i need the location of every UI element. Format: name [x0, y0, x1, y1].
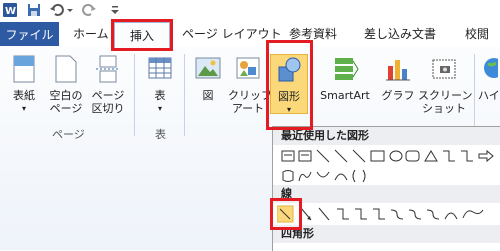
page-break-icon: [96, 55, 120, 83]
clip-art-button[interactable]: クリップ アート: [228, 54, 272, 115]
ribbon-tabs: ファイル ホーム 挿入 ページ レイアウト 参考資料 差し込み文書 校閲: [0, 19, 500, 51]
chart-button[interactable]: グラフ: [378, 54, 418, 102]
clip-art-icon: [236, 57, 260, 79]
quick-access-toolbar: W: [0, 0, 500, 22]
blank-page-icon: [55, 55, 77, 83]
line-shape-highlight: [270, 198, 302, 230]
word-logo-icon: W: [3, 3, 17, 17]
save-icon[interactable]: [27, 3, 41, 17]
screenshot-label-1: スクリーン: [418, 89, 473, 102]
separator: [134, 54, 135, 136]
customize-toolbar-icon[interactable]: [110, 3, 120, 17]
table-button[interactable]: 表 ▾: [140, 54, 180, 115]
blank-page-button[interactable]: 空白の ページ: [46, 54, 86, 115]
smartart-icon: [335, 58, 359, 80]
tab-mailings[interactable]: 差し込み文書: [364, 22, 436, 46]
hyperlink-button[interactable]: ハイパ: [478, 54, 500, 102]
separator: [474, 54, 475, 136]
smartart-button[interactable]: SmartArt: [316, 54, 374, 102]
globe-icon: [484, 58, 500, 78]
lines-header: 線: [273, 185, 500, 203]
tab-file[interactable]: ファイル: [0, 22, 59, 46]
tab-review[interactable]: 校閲: [465, 22, 489, 46]
recent-shapes-row-2[interactable]: [281, 167, 500, 185]
page-break-button[interactable]: ページ 区切り: [88, 54, 128, 115]
clip-art-label-1: クリップ: [228, 89, 272, 102]
blank-page-label-2: ページ: [49, 102, 83, 115]
lines-shapes-row[interactable]: [277, 205, 500, 223]
svg-text:W: W: [5, 6, 16, 17]
picture-button[interactable]: 図: [190, 54, 226, 102]
table-icon: [148, 57, 172, 79]
screenshot-label-2: ショット: [422, 102, 466, 115]
recent-shapes-row[interactable]: [281, 147, 500, 165]
tables-group-label: 表: [155, 128, 166, 141]
undo-icon[interactable]: [50, 3, 64, 17]
smartart-label: SmartArt: [320, 89, 370, 102]
blank-page-label-1: 空白の: [49, 89, 83, 102]
screenshot-icon: [432, 59, 456, 79]
picture-icon: [195, 57, 221, 79]
redo-icon[interactable]: [82, 3, 96, 17]
shapes-button-highlight: [266, 40, 313, 130]
undo-dropdown-icon[interactable]: [66, 3, 74, 17]
hyperlink-label: ハイパ: [478, 89, 500, 102]
chart-icon: [386, 60, 410, 81]
page-break-label-2: 区切り: [91, 102, 125, 115]
page-break-label-1: ページ: [91, 89, 125, 102]
tab-insert[interactable]: 挿入: [111, 19, 173, 51]
picture-label: 図: [202, 89, 214, 102]
tab-home[interactable]: ホーム: [73, 22, 109, 46]
shapes-gallery-dropdown: 最近使用した図形 線 四角形: [272, 126, 500, 251]
screenshot-button[interactable]: スクリーン ショット: [418, 54, 473, 115]
chart-label: グラフ: [381, 89, 415, 102]
clip-art-label-2: アート: [231, 102, 265, 115]
separator: [184, 54, 185, 136]
pages-group-label: ページ: [52, 128, 85, 141]
cover-page-icon: [13, 55, 35, 83]
table-label: 表: [154, 89, 166, 102]
cover-page-label: 表紙: [13, 89, 35, 102]
rectangles-header: 四角形: [273, 225, 500, 243]
cover-page-button[interactable]: 表紙 ▾: [4, 54, 44, 115]
